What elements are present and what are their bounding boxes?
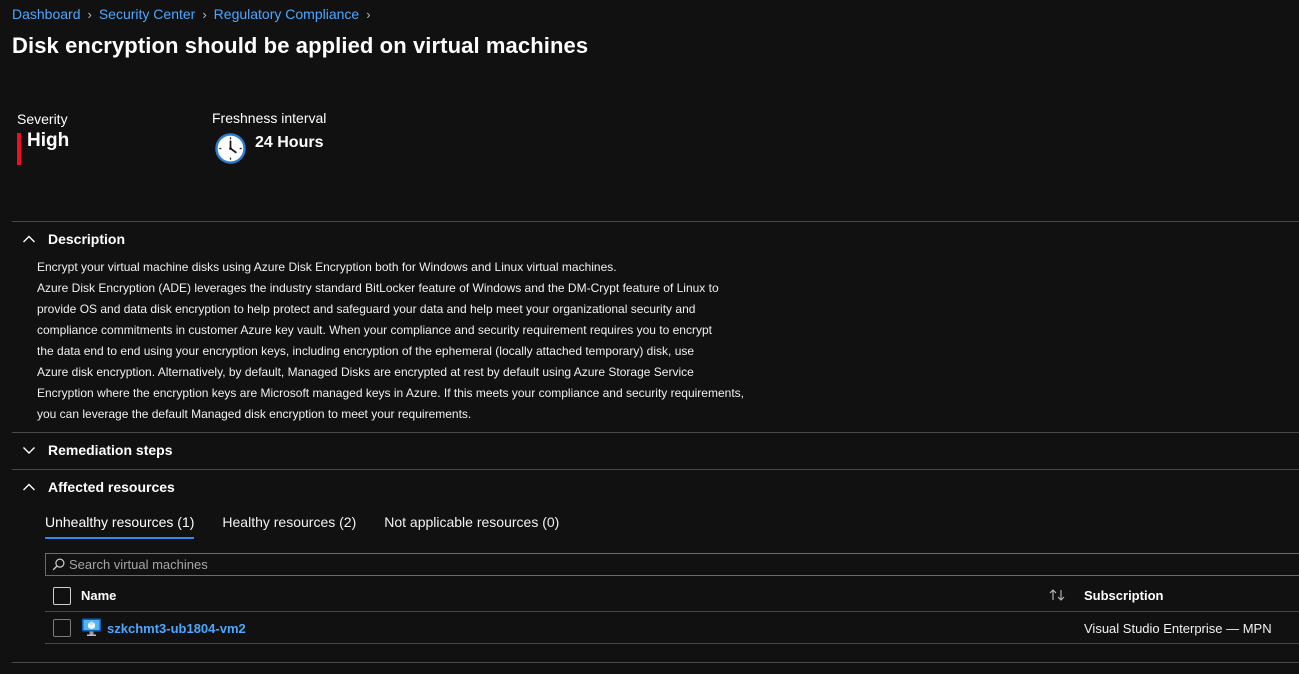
breadcrumb: Dashboard › Security Center › Regulatory… bbox=[12, 6, 378, 22]
remediation-section-toggle[interactable]: Remediation steps bbox=[22, 442, 172, 458]
severity-indicator bbox=[17, 133, 21, 165]
description-section-label: Description bbox=[48, 231, 126, 247]
column-header-name[interactable]: Name bbox=[81, 588, 116, 603]
description-text: Encrypt your virtual machine disks using… bbox=[37, 257, 757, 425]
clock-icon bbox=[215, 133, 246, 164]
divider bbox=[45, 643, 1299, 644]
divider bbox=[12, 221, 1299, 222]
virtual-machine-icon bbox=[82, 618, 101, 636]
severity-label: Severity bbox=[17, 111, 68, 127]
affected-section-toggle[interactable]: Affected resources bbox=[22, 479, 175, 495]
subscription-cell: Visual Studio Enterprise — MPN bbox=[1084, 621, 1272, 636]
description-line: you can leverage the default Managed dis… bbox=[37, 407, 472, 421]
search-box bbox=[45, 553, 1299, 576]
breadcrumb-dashboard[interactable]: Dashboard bbox=[12, 6, 81, 22]
description-line: Encrypt your virtual machine disks using… bbox=[37, 260, 617, 274]
chevron-up-icon bbox=[23, 235, 35, 243]
chevron-right-icon: › bbox=[87, 6, 92, 22]
tab-not-applicable[interactable]: Not applicable resources (0) bbox=[384, 514, 559, 539]
description-section-toggle[interactable]: Description bbox=[22, 231, 125, 247]
search-input[interactable] bbox=[65, 556, 1250, 573]
breadcrumb-security-center[interactable]: Security Center bbox=[99, 6, 195, 22]
vm-name-link[interactable]: szkchmt3-ub1804-vm2 bbox=[107, 621, 246, 636]
description-line: Azure disk encryption. Alternatively, by… bbox=[37, 365, 694, 379]
description-line: compliance commitments in customer Azure… bbox=[37, 323, 712, 337]
description-line: provide OS and data disk encryption to h… bbox=[37, 302, 696, 316]
divider bbox=[12, 432, 1299, 433]
divider bbox=[12, 662, 1299, 663]
breadcrumb-regulatory-compliance[interactable]: Regulatory Compliance bbox=[214, 6, 360, 22]
remediation-section-label: Remediation steps bbox=[48, 442, 173, 458]
search-icon bbox=[52, 558, 65, 571]
resource-tabs: Unhealthy resources (1) Healthy resource… bbox=[45, 514, 587, 539]
column-header-subscription[interactable]: Subscription bbox=[1084, 588, 1163, 603]
severity-value: High bbox=[27, 130, 70, 151]
chevron-right-icon: › bbox=[202, 6, 207, 22]
description-line: Azure Disk Encryption (ADE) leverages th… bbox=[37, 281, 719, 295]
freshness-label: Freshness interval bbox=[212, 110, 327, 126]
freshness-value: 24 Hours bbox=[255, 134, 324, 151]
chevron-down-icon bbox=[23, 447, 35, 454]
tab-unhealthy[interactable]: Unhealthy resources (1) bbox=[45, 514, 195, 539]
select-all-checkbox[interactable] bbox=[53, 587, 71, 605]
description-line: the data end to end using your encryptio… bbox=[37, 344, 695, 358]
divider bbox=[45, 611, 1299, 612]
tab-healthy[interactable]: Healthy resources (2) bbox=[222, 514, 356, 539]
chevron-up-icon bbox=[23, 483, 35, 491]
row-checkbox[interactable] bbox=[53, 619, 71, 637]
sort-icon[interactable] bbox=[1048, 588, 1066, 602]
affected-section-label: Affected resources bbox=[48, 479, 175, 495]
description-line: Encryption where the encryption keys are… bbox=[37, 386, 744, 400]
page-title: Disk encryption should be applied on vir… bbox=[12, 33, 589, 58]
divider bbox=[12, 469, 1299, 470]
chevron-right-icon: › bbox=[366, 6, 371, 22]
